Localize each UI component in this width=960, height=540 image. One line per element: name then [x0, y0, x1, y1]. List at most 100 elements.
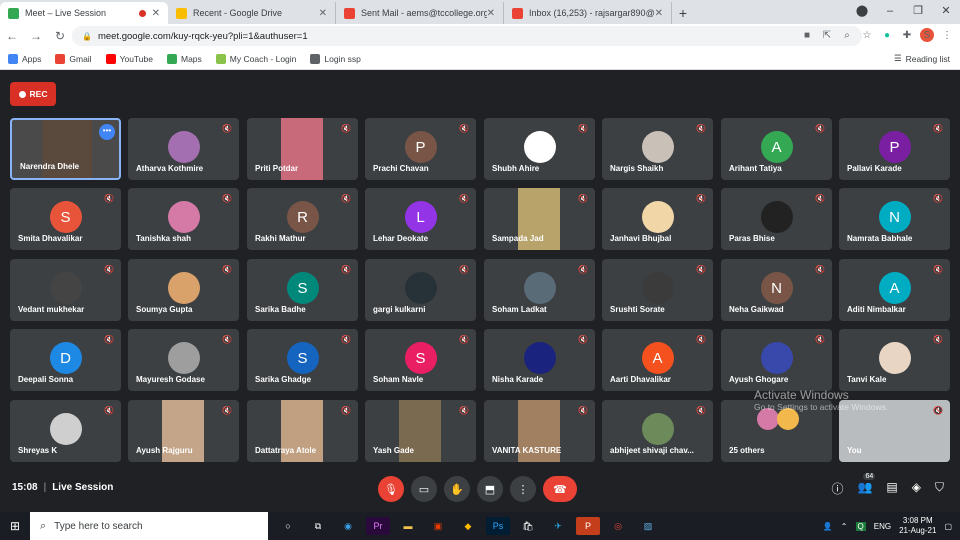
office-icon[interactable]: ▣	[426, 517, 450, 535]
cortana-icon[interactable]: ○	[276, 517, 300, 535]
participant-tile[interactable]: 🔇 Srushti Sorate	[602, 259, 713, 321]
bookmark-item[interactable]: YouTube	[105, 53, 153, 64]
forward-arrow-icon[interactable]: →	[24, 29, 48, 43]
participant-tile[interactable]: 🔇 Tanvi Kale	[839, 329, 950, 391]
new-tab-button[interactable]: +	[672, 2, 694, 24]
clock-date[interactable]: 3:08 PM 21-Aug-21	[899, 516, 936, 536]
participant-tile[interactable]: S 🔇 Sarika Badhe	[247, 259, 358, 321]
more-options-icon[interactable]: •••	[99, 124, 115, 140]
participant-tile[interactable]: 🔇 Ayush Rajguru	[128, 400, 239, 462]
participant-tile[interactable]: D 🔇 Deepali Sonna	[10, 329, 121, 391]
people-tray-icon[interactable]: 👤	[823, 522, 833, 531]
people-icon[interactable]: 👥 64	[857, 473, 876, 497]
participant-tile[interactable]: 🔇 Priti Potdar	[247, 118, 358, 180]
photos-icon[interactable]: ▨	[636, 517, 660, 535]
participant-tile[interactable]: N 🔇 Neha Gaikwad	[721, 259, 832, 321]
activities-icon[interactable]: ◈	[912, 480, 921, 497]
star-icon[interactable]: ☆	[860, 30, 874, 41]
participant-tile[interactable]: 🔇 Vedant mukhekar	[10, 259, 121, 321]
info-icon[interactable]: ⓘ	[831, 480, 843, 497]
notifications-icon[interactable]: ▢	[944, 522, 952, 531]
bookmark-item[interactable]: Apps	[8, 53, 41, 64]
browser-tab[interactable]: Inbox (16,253) - rajsargar890@g ✕	[504, 2, 672, 24]
participant-tile[interactable]: N 🔇 Namrata Babhale	[839, 188, 950, 250]
participant-tile[interactable]: A 🔇 Arihant Tatiya	[721, 118, 832, 180]
participant-tile[interactable]: 🔇 Dattatraya Atole	[247, 400, 358, 462]
paint-3d-icon[interactable]: ◆	[456, 517, 480, 535]
browser-tab[interactable]: Meet – Live Session ✕	[0, 2, 168, 24]
recording-indicator[interactable]: REC	[10, 82, 56, 106]
reading-list-button[interactable]: ☰ Reading list	[894, 53, 950, 64]
participant-tile[interactable]: 🔇 Sampada Jad	[484, 188, 595, 250]
participant-tile[interactable]: 🔇 Soham Ladkat	[484, 259, 595, 321]
participant-tile[interactable]: S 🔇 Soham Navle	[365, 329, 476, 391]
participant-tile[interactable]: L 🔇 Lehar Deokate	[365, 188, 476, 250]
windows-start-icon[interactable]: ⊞	[0, 519, 30, 533]
raise-hand-button[interactable]: ✋	[444, 476, 470, 502]
participant-tile[interactable]: 🔇 Janhavi Bhujbal	[602, 188, 713, 250]
profile-avatar[interactable]: S	[920, 28, 934, 42]
participant-tile[interactable]: 🔇 Mayuresh Godase	[128, 329, 239, 391]
participant-tile[interactable]: A 🔇 Aditi Nimbalkar	[839, 259, 950, 321]
participant-tile[interactable]: 🔇 Nisha Karade	[484, 329, 595, 391]
host-tile[interactable]: ••• Narendra Dhele	[10, 118, 121, 180]
more-options-button[interactable]: ⋮	[510, 476, 536, 502]
participant-tile[interactable]: S 🔇 Sarika Ghadge	[247, 329, 358, 391]
quickheal-icon[interactable]: Q	[855, 521, 866, 531]
chrome-icon[interactable]: ◎	[606, 517, 630, 535]
close-tab-icon[interactable]: ✕	[487, 8, 495, 19]
address-bar[interactable]: 🔒 meet.google.com/kuy-rqck-yeu?pli=1&aut…	[72, 26, 862, 46]
extensions-icon[interactable]: ✚	[900, 30, 914, 41]
leave-call-button[interactable]: ☎	[543, 476, 577, 502]
close-tab-icon[interactable]: ✕	[152, 8, 160, 19]
bookmark-item[interactable]: Login ssp	[310, 53, 361, 64]
browser-tab[interactable]: Sent Mail - aems@tccollege.org ✕	[336, 2, 504, 24]
language-indicator[interactable]: ENG	[874, 522, 891, 531]
camera-icon[interactable]: ■	[800, 30, 814, 41]
participant-tile[interactable]: 🔇 Yash Gade	[365, 400, 476, 462]
participant-tile[interactable]: 🔇 Shreyas K	[10, 400, 121, 462]
participant-tile[interactable]: 🔇 Ayush Ghogare	[721, 329, 832, 391]
participant-tile[interactable]: P 🔇 Prachi Chavan	[365, 118, 476, 180]
participant-tile[interactable]: 🔇 Nargis Shaikh	[602, 118, 713, 180]
premiere-icon[interactable]: Pr	[366, 517, 390, 535]
participant-tile[interactable]: 🔇 Paras Bhise	[721, 188, 832, 250]
participant-tile[interactable]: P 🔇 Pallavi Karade	[839, 118, 950, 180]
participant-tile[interactable]: 🔇 Shubh Ahire	[484, 118, 595, 180]
chevron-up-icon[interactable]: ⌃	[841, 522, 848, 531]
participant-tile[interactable]: 🔇 gargi kulkarni	[365, 259, 476, 321]
store-icon[interactable]: 🛍	[516, 517, 540, 535]
close-window-button[interactable]: ✕	[932, 0, 960, 24]
extension-grammarly-icon[interactable]: ●	[880, 30, 894, 41]
close-tab-icon[interactable]: ✕	[655, 8, 663, 19]
camera-button[interactable]: ▭	[411, 476, 437, 502]
mic-off-button[interactable]: 🎙	[378, 476, 404, 502]
browser-tab[interactable]: Recent - Google Drive ✕	[168, 2, 336, 24]
close-tab-icon[interactable]: ✕	[319, 8, 327, 19]
participant-tile[interactable]: 🔇 VANITA KASTURE	[484, 400, 595, 462]
maximize-button[interactable]: ❐	[904, 0, 932, 24]
present-button[interactable]: ⬒	[477, 476, 503, 502]
photoshop-icon[interactable]: Ps	[486, 517, 510, 535]
taskbar-search[interactable]: ⌕ Type here to search	[30, 512, 268, 540]
back-arrow-icon[interactable]: ←	[0, 29, 24, 43]
file-explorer-icon[interactable]: ▬	[396, 517, 420, 535]
participant-tile[interactable]: 🔇 Atharva Kothmire	[128, 118, 239, 180]
profile-menu-icon[interactable]: ⬤	[848, 0, 876, 24]
task-view-icon[interactable]: ⧉	[306, 517, 330, 535]
edge-icon[interactable]: ◉	[336, 517, 360, 535]
minimize-button[interactable]: –	[876, 0, 904, 24]
telegram-icon[interactable]: ✈	[546, 517, 570, 535]
zoom-icon[interactable]: ⌕	[840, 30, 854, 41]
bookmark-item[interactable]: My Coach - Login	[215, 53, 296, 64]
share-icon[interactable]: ⇱	[820, 30, 834, 41]
bookmark-item[interactable]: Maps	[166, 53, 202, 64]
menu-kebab-icon[interactable]: ⋮	[940, 30, 954, 41]
chat-icon[interactable]: ▤	[886, 480, 897, 497]
participant-tile[interactable]: A 🔇 Aarti Dhavalikar	[602, 329, 713, 391]
host-controls-icon[interactable]: ⛉	[935, 480, 944, 497]
participant-tile[interactable]: S 🔇 Smita Dhavalikar	[10, 188, 121, 250]
participant-tile[interactable]: 🔇 Tanishka shah	[128, 188, 239, 250]
participant-tile[interactable]: 🔇 abhijeet shivaji chav...	[602, 400, 713, 462]
participant-tile[interactable]: R 🔇 Rakhi Mathur	[247, 188, 358, 250]
